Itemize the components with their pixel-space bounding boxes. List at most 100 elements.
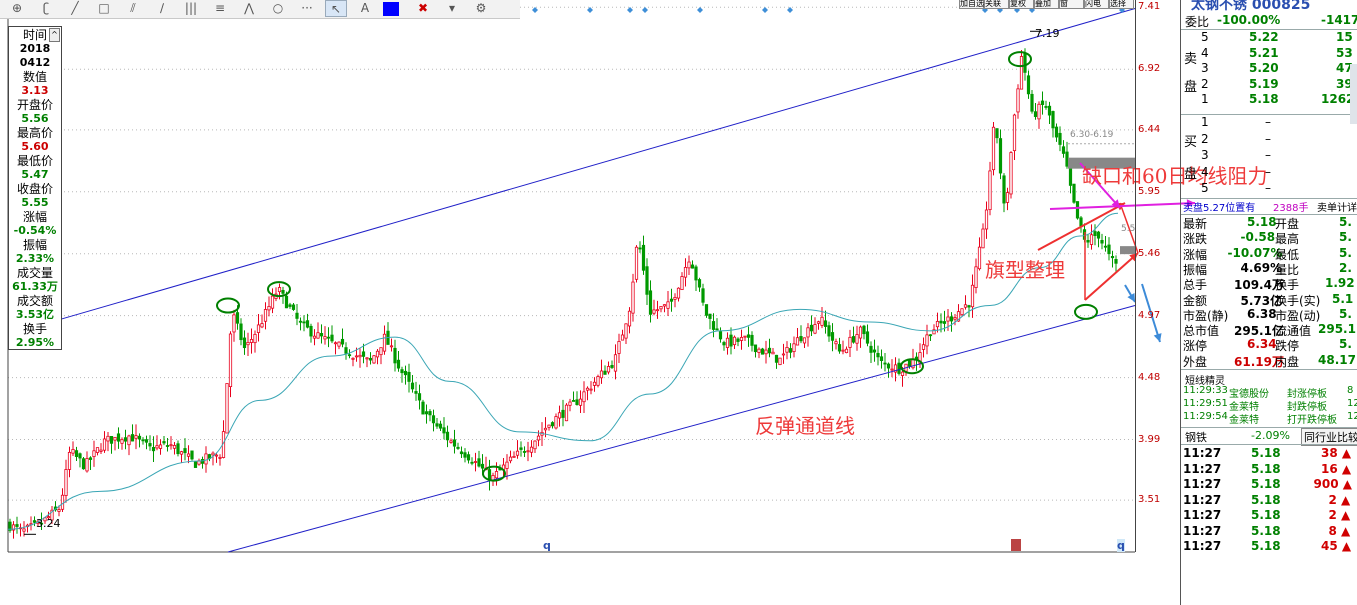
sell-level: 1 — [1201, 92, 1209, 106]
drawing-toolbar: ⊕ ʗ ╱ □ ⫽ ∕ ||| ≡ ⋀ ○ ··· ↖ A ✖ ▾ ⚙ — [0, 0, 520, 19]
more-icon[interactable]: ··· — [296, 0, 318, 17]
sell-level: 2 — [1201, 76, 1209, 91]
header-button[interactable]: 选择 — [1109, 0, 1134, 9]
candle-body — [130, 434, 135, 442]
candle-body — [186, 453, 191, 457]
event-diamond[interactable] — [532, 7, 538, 13]
candle-body — [1047, 105, 1052, 116]
stat-value-2: 1.92 — [1325, 276, 1355, 291]
candle-body — [204, 453, 208, 465]
candle-body — [631, 281, 635, 314]
candle-body — [998, 138, 1003, 174]
candle-body — [88, 457, 93, 460]
quote-panel: 加自选 关联 复权 叠加窗闪电 选择 太钢不锈 000825 委比 -100.00% -1417… — [959, 0, 1357, 605]
event-flag-icon — [1011, 539, 1021, 551]
candle-body — [722, 342, 726, 346]
channel-tool-icon[interactable]: ⫽ — [122, 0, 144, 17]
line-tool-icon[interactable]: ╱ — [64, 0, 86, 17]
x-marker-1: q — [543, 539, 551, 552]
event-diamond[interactable] — [587, 7, 593, 13]
sell-price: 5.21 — [1249, 45, 1279, 60]
candle-body — [316, 332, 320, 339]
candle-body — [277, 287, 282, 293]
order-alert-text: 卖盘5.27位置有 — [1183, 203, 1256, 214]
color-swatch-icon[interactable] — [383, 2, 399, 16]
header-button[interactable]: 加自选 — [959, 0, 984, 9]
parallel-lines-icon[interactable]: ||| — [180, 0, 202, 17]
circle-tool-icon[interactable]: ○ — [267, 0, 289, 17]
candle-body — [834, 341, 838, 345]
tick-price: 5.18 — [1251, 539, 1281, 553]
tick-volume: 900 ▲ — [1313, 477, 1352, 491]
rect-tool-icon[interactable]: □ — [93, 0, 115, 17]
y-tick-label: 4.97 — [1138, 309, 1161, 321]
fib-icon[interactable]: ≡ — [209, 0, 231, 17]
candle-body — [1114, 259, 1118, 264]
event-diamond[interactable] — [697, 7, 703, 13]
candle-body — [711, 321, 716, 330]
candle-body — [568, 401, 572, 406]
header-button[interactable]: 关联 — [984, 0, 1009, 9]
candle-body — [1026, 75, 1031, 95]
order-detail-link[interactable]: 卖单计详 — [1317, 199, 1357, 214]
order-alert-volume: 2388手 — [1273, 203, 1309, 214]
channel-lines — [24, 8, 1136, 553]
font-icon[interactable]: A — [354, 0, 376, 17]
text-tool-icon[interactable]: ʗ — [35, 0, 57, 17]
candle-body — [1110, 256, 1115, 259]
candle-body — [767, 347, 772, 354]
header-button[interactable]: 闪电 — [1084, 0, 1109, 9]
candle-body — [466, 454, 471, 461]
candle-body — [921, 344, 926, 350]
event-diamond[interactable] — [762, 7, 768, 13]
candle-body — [687, 261, 691, 269]
candle-body — [627, 310, 632, 327]
header-button[interactable]: 叠加 — [1034, 0, 1059, 9]
quote-scrollbar[interactable] — [1350, 64, 1357, 124]
candle-body — [970, 284, 975, 308]
candle-body — [120, 439, 124, 444]
header-button[interactable]: 复权 — [1009, 0, 1034, 9]
candle-body — [760, 348, 765, 355]
buy-price: – — [1265, 115, 1271, 129]
sprite-name[interactable]: 金莱特 — [1229, 411, 1259, 426]
marker-circle — [1074, 303, 1098, 320]
candle-body — [284, 295, 289, 309]
info-value: 5.56 — [21, 112, 49, 125]
crosshair-icon[interactable]: ⊕ — [6, 0, 28, 17]
marker-circles — [216, 51, 1098, 482]
info-value: 5.47 — [21, 168, 49, 181]
candle-body — [858, 326, 863, 339]
event-diamond[interactable] — [787, 7, 793, 13]
tick-price: 5.18 — [1251, 446, 1281, 460]
candle-body — [123, 437, 128, 442]
candle-body — [480, 463, 485, 469]
style-icon[interactable]: ▾ — [441, 0, 463, 17]
header-button[interactable]: 窗 — [1059, 0, 1084, 9]
candle-body — [557, 412, 562, 419]
candle-body — [389, 345, 394, 348]
candle-body — [1054, 126, 1059, 138]
ray-tool-icon[interactable]: ∕ — [151, 0, 173, 17]
candle-body — [1086, 239, 1090, 243]
tick-time: 11:27 — [1183, 461, 1222, 476]
candle-body — [263, 309, 268, 322]
tick-price: 5.18 — [1251, 492, 1281, 507]
settings-icon[interactable]: ⚙ — [470, 0, 492, 17]
candle-body — [634, 246, 639, 280]
buy-price: – — [1265, 164, 1271, 179]
event-diamond[interactable] — [627, 7, 633, 13]
candle-body — [617, 341, 621, 354]
sprite-count: 12 — [1347, 398, 1357, 409]
candle-body — [792, 343, 796, 353]
delete-icon[interactable]: ✖ — [412, 0, 434, 17]
candle-body — [452, 439, 457, 447]
cursor-icon[interactable]: ↖ — [325, 0, 347, 17]
candle-body — [655, 309, 660, 312]
candle-body — [746, 334, 751, 338]
event-diamond[interactable] — [642, 7, 648, 13]
arc-tool-icon[interactable]: ⋀ — [238, 0, 260, 17]
candle-body — [477, 458, 481, 467]
candle-body — [470, 461, 474, 464]
candle-body — [729, 334, 733, 347]
